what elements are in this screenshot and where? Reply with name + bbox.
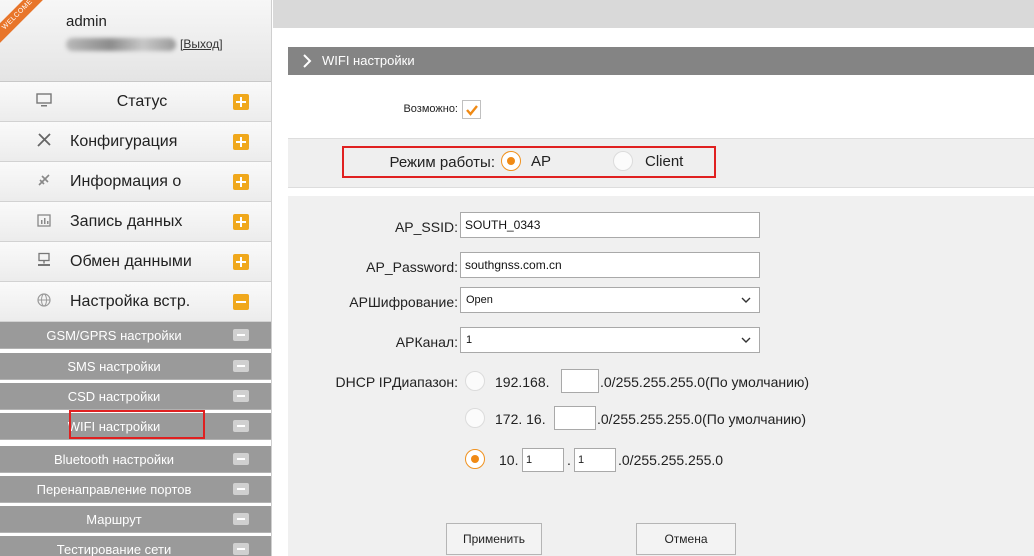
expand-icon[interactable] xyxy=(233,174,249,190)
submenu-label: SMS настройки xyxy=(67,359,161,374)
minus-icon xyxy=(233,390,249,402)
monitor-icon xyxy=(36,92,52,108)
dhcp-172-octet-input[interactable] xyxy=(554,406,596,430)
minus-icon xyxy=(233,420,249,432)
expand-icon[interactable] xyxy=(233,214,249,230)
dhcp-10-octet2-input[interactable]: 1 xyxy=(522,448,564,472)
sidebar: WELCOME admin [Выход] Статус Конфигураци… xyxy=(0,0,272,556)
dhcp-label: DHCP IPДиапазон: xyxy=(335,374,459,390)
submenu-item-gsm-gprs[interactable]: GSM/GPRS настройки xyxy=(0,322,271,349)
collapse-icon[interactable] xyxy=(233,294,249,310)
submenu-label: Bluetooth настройки xyxy=(53,452,175,467)
menu-label: Конфигурация xyxy=(70,133,178,150)
logout-link[interactable]: [Выход] xyxy=(180,37,223,51)
mode-label: Режим работы: xyxy=(389,154,495,171)
mode-ap-radio[interactable] xyxy=(501,151,521,171)
submenu-item-csd[interactable]: CSD настройки xyxy=(0,383,271,410)
submenu-label: WIFI настройки xyxy=(67,419,161,434)
channel-select[interactable]: 1 xyxy=(460,327,760,353)
menu-item-data-exchange[interactable]: Обмен данными xyxy=(0,242,271,282)
menu-label: Статус xyxy=(116,93,168,110)
submenu-item-sms[interactable]: SMS настройки xyxy=(0,353,271,380)
minus-icon xyxy=(233,543,249,555)
submenu-item-wifi[interactable]: WIFI настройки xyxy=(0,413,271,440)
menu-item-status[interactable]: Статус xyxy=(0,82,271,122)
chevron-down-icon xyxy=(741,297,751,303)
dhcp-10-radio[interactable] xyxy=(465,449,485,469)
encryption-select[interactable]: Open xyxy=(460,287,760,313)
enable-label: Возможно: xyxy=(403,103,458,115)
menu-item-settings[interactable]: Настройка встр. xyxy=(0,282,271,322)
calendar-icon xyxy=(36,212,52,228)
minus-icon xyxy=(233,329,249,341)
submenu-item-network-test[interactable]: Тестирование сети xyxy=(0,536,271,556)
expand-icon[interactable] xyxy=(233,134,249,150)
submenu-item-route[interactable]: Маршрут xyxy=(0,506,271,533)
ssid-input[interactable]: SOUTH_0343 xyxy=(460,212,760,238)
dhcp-192-radio[interactable] xyxy=(465,371,485,391)
mode-ap-label[interactable]: AP xyxy=(531,153,551,170)
submenu-label: Тестирование сети xyxy=(56,542,172,556)
submenu-label: CSD настройки xyxy=(67,389,161,404)
enable-checkbox[interactable] xyxy=(462,100,481,119)
dhcp-10-octet3-input[interactable]: 1 xyxy=(574,448,616,472)
minus-icon xyxy=(233,483,249,495)
dhcp-10-dot: . xyxy=(567,452,571,468)
menu-label: Запись данных xyxy=(70,213,183,230)
page-title: WIFI настройки xyxy=(322,53,415,68)
submenu-label: Маршрут xyxy=(86,512,142,527)
expand-icon[interactable] xyxy=(233,254,249,270)
minus-icon xyxy=(233,360,249,372)
dhcp-10-prefix: 10. xyxy=(499,452,519,468)
apply-button[interactable]: Применить xyxy=(446,523,542,555)
menu-label: Настройка встр. xyxy=(70,293,191,310)
dhcp-172-radio[interactable] xyxy=(465,408,485,428)
main-content: WIFI настройки Возможно: Режим работы: A… xyxy=(273,0,1034,556)
menu-item-information[interactable]: Информация о xyxy=(0,162,271,202)
dhcp-192-octet-input[interactable] xyxy=(561,369,599,393)
encryption-label: APШифрование: xyxy=(349,294,458,310)
chevron-right-icon xyxy=(303,54,312,68)
section-title-bar: WIFI настройки xyxy=(288,47,1034,75)
dhcp-172-prefix: 172. 16. xyxy=(495,411,546,427)
dhcp-192-suffix: .0/255.255.255.0(По умолчанию) xyxy=(600,374,810,390)
expand-icon[interactable] xyxy=(233,94,249,110)
satellite-icon xyxy=(36,172,52,188)
submenu-label: Перенаправление портов xyxy=(36,482,192,497)
blurred-user-info xyxy=(66,38,176,51)
dhcp-192-prefix: 192.168. xyxy=(495,374,550,390)
menu-label: Обмен данными xyxy=(70,253,192,270)
cancel-button[interactable]: Отмена xyxy=(636,523,736,555)
tools-icon xyxy=(36,132,52,148)
checkmark-icon xyxy=(466,105,478,116)
network-icon xyxy=(36,252,52,268)
minus-icon xyxy=(233,453,249,465)
mode-client-radio[interactable] xyxy=(613,151,633,171)
welcome-badge: WELCOME xyxy=(0,0,52,49)
minus-icon xyxy=(233,513,249,525)
menu-item-configuration[interactable]: Конфигурация xyxy=(0,122,271,162)
channel-value: 1 xyxy=(466,334,473,346)
encryption-value: Open xyxy=(466,294,493,306)
submenu-item-port-forwarding[interactable]: Перенаправление портов xyxy=(0,476,271,503)
mode-client-label[interactable]: Client xyxy=(645,153,683,170)
username: admin xyxy=(66,13,107,30)
ssid-label: AP_SSID: xyxy=(394,219,458,235)
submenu-item-bluetooth[interactable]: Bluetooth настройки xyxy=(0,446,271,473)
channel-label: APКанал: xyxy=(395,334,458,350)
submenu-label: GSM/GPRS настройки xyxy=(46,328,182,343)
password-label: AP_Password: xyxy=(366,259,458,275)
top-band xyxy=(273,0,1034,28)
globe-icon xyxy=(36,292,52,308)
password-input[interactable]: southgnss.com.cn xyxy=(460,252,760,278)
dhcp-172-suffix: .0/255.255.255.0(По умолчанию) xyxy=(597,411,807,427)
menu-item-data-recording[interactable]: Запись данных xyxy=(0,202,271,242)
user-panel: WELCOME admin [Выход] xyxy=(0,0,271,82)
menu-label: Информация о xyxy=(70,173,182,190)
dhcp-10-suffix: .0/255.255.255.0 xyxy=(618,452,724,468)
chevron-down-icon xyxy=(741,337,751,343)
